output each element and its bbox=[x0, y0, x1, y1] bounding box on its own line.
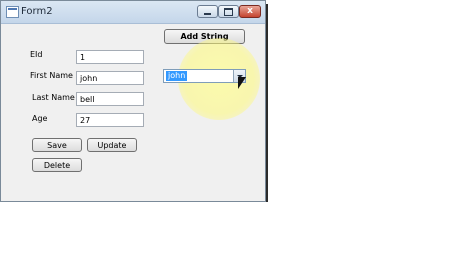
minimize-icon bbox=[204, 13, 211, 15]
mouse-cursor-icon bbox=[238, 77, 246, 89]
eid-field[interactable]: 1 bbox=[76, 50, 144, 64]
age-label: Age bbox=[32, 114, 48, 123]
app-icon bbox=[6, 6, 19, 18]
first-name-label: First Name bbox=[30, 71, 73, 80]
first-name-field[interactable]: john bbox=[76, 71, 144, 85]
close-icon: x bbox=[247, 6, 253, 16]
close-button[interactable]: x bbox=[239, 5, 261, 18]
minimize-button[interactable] bbox=[197, 5, 218, 18]
window-title: Form2 bbox=[21, 6, 53, 17]
update-button[interactable]: Update bbox=[87, 138, 137, 152]
add-string-button[interactable]: Add String bbox=[164, 29, 245, 44]
age-field[interactable]: 27 bbox=[76, 113, 144, 127]
title-bar[interactable]: Form2 x bbox=[1, 1, 265, 24]
save-button[interactable]: Save bbox=[32, 138, 82, 152]
string-combobox[interactable]: john bbox=[163, 69, 246, 83]
desktop-edge bbox=[266, 4, 268, 202]
last-name-field[interactable]: bell bbox=[76, 92, 144, 106]
combobox-selected-text: john bbox=[166, 71, 188, 81]
maximize-button[interactable] bbox=[218, 5, 239, 18]
delete-button[interactable]: Delete bbox=[32, 158, 82, 172]
maximize-icon bbox=[224, 7, 233, 16]
eid-label: EId bbox=[30, 50, 43, 59]
last-name-label: Last Name bbox=[32, 93, 75, 102]
